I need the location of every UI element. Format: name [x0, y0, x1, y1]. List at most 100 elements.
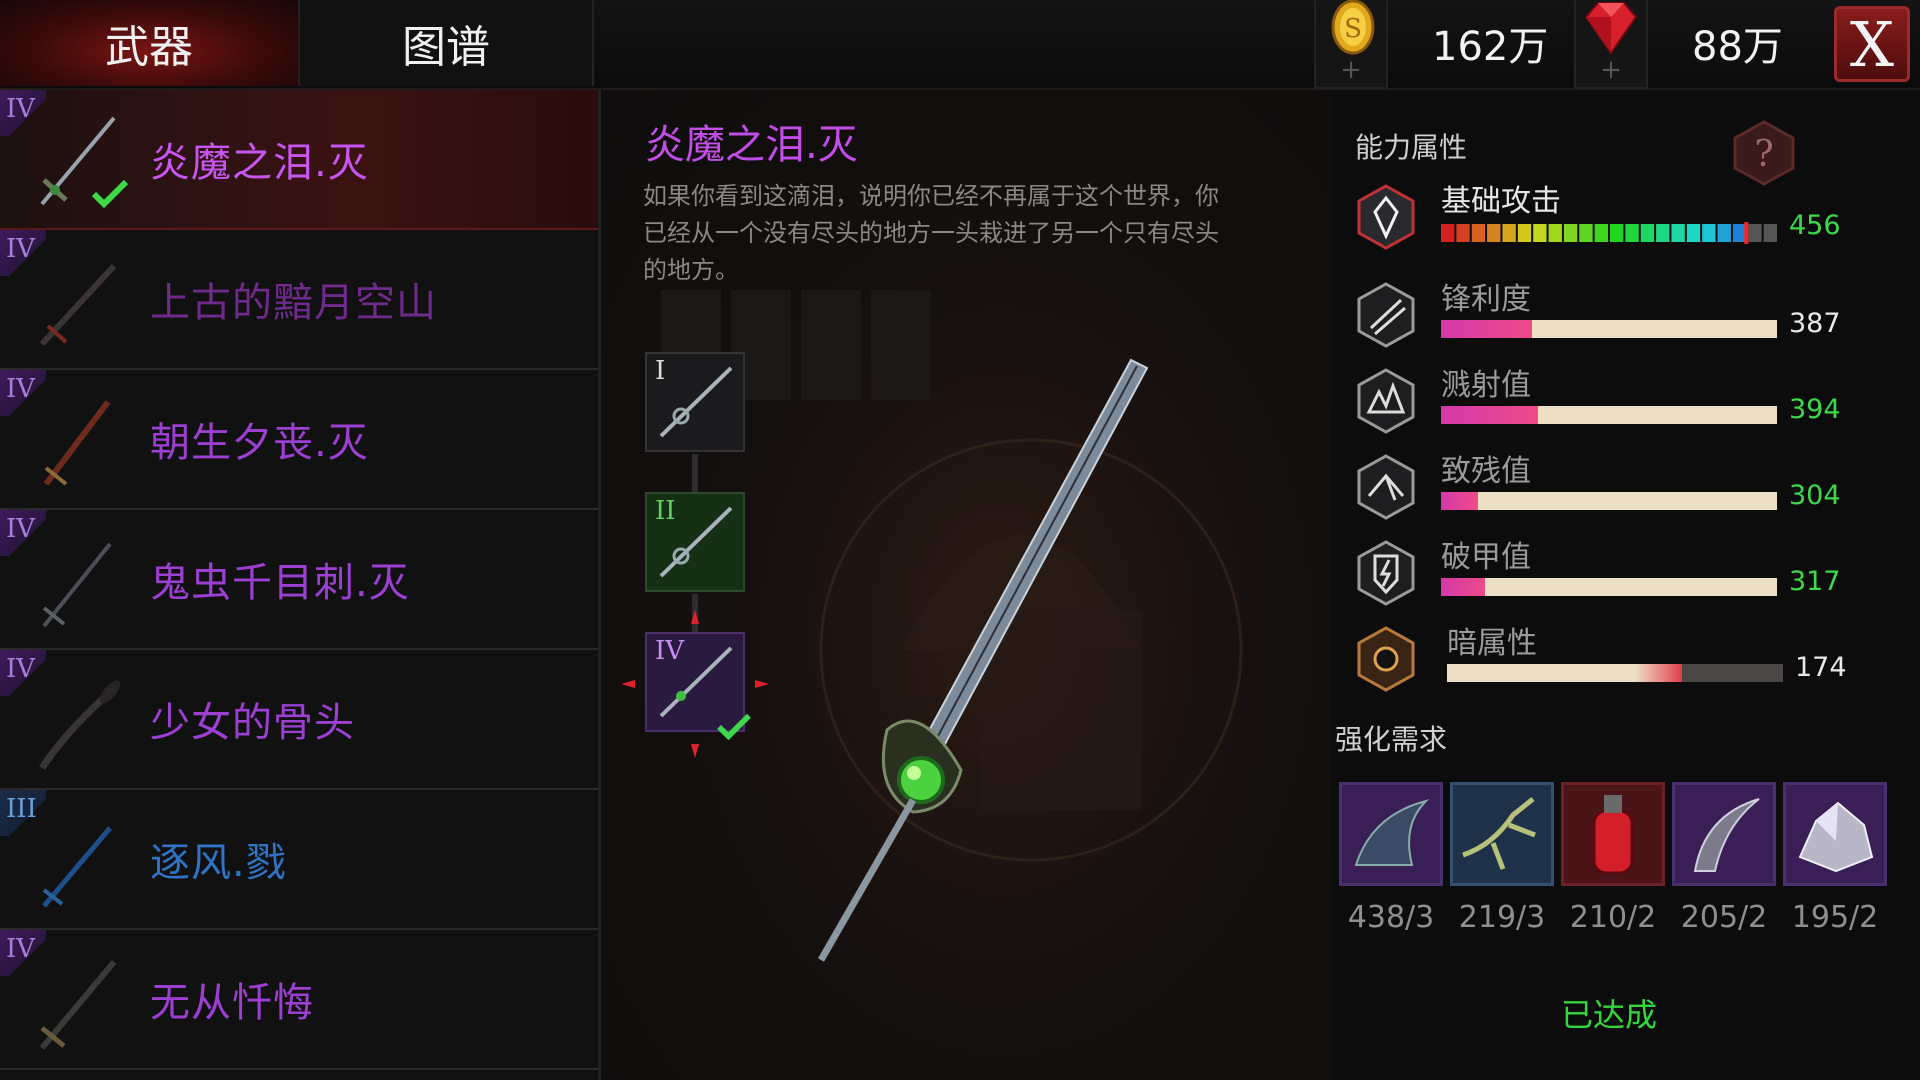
attack-bar-segment: [1594, 224, 1608, 242]
top-bar: 武器 图谱 S + 162万 + 88万 X: [0, 0, 1920, 90]
weapon-item[interactable]: III 逐风.戮: [0, 790, 598, 930]
attack-bar-segment: [1533, 224, 1547, 242]
stat-label: 致残值: [1441, 454, 1531, 489]
attack-bar-segment: [1656, 224, 1670, 242]
stat-label: 溅射值: [1441, 368, 1531, 403]
armor-break-icon: [1357, 540, 1415, 606]
stat-label: 破甲值: [1441, 540, 1531, 575]
attack-bar-segment: [1640, 224, 1655, 242]
weapon-name: 鬼虫千目刺.灭: [150, 560, 410, 606]
upgrade-requirements-title: 强化需求: [1335, 723, 1448, 756]
attack-bar-marker: [1744, 222, 1749, 244]
stat-bar: [1441, 320, 1777, 338]
weapon-name: 炎魔之泪.灭: [150, 140, 369, 186]
blood-vial-icon: [1592, 795, 1634, 875]
flame-blade-icon: [43, 400, 111, 486]
tab-weapons[interactable]: 武器: [0, 0, 300, 86]
attack-bar-segment: [1625, 224, 1639, 242]
bone-spear-icon: [39, 680, 121, 770]
attack-bar-segment: [1563, 224, 1578, 242]
material-count: 219/3: [1458, 900, 1546, 935]
weapon-item[interactable]: IV 鬼虫千目刺.灭: [0, 510, 598, 650]
material-slot[interactable]: [1783, 782, 1887, 886]
gem-amount: 88万: [1692, 24, 1783, 70]
scythe-blade-icon: [1693, 798, 1760, 872]
slot-tier-label: I: [655, 356, 666, 386]
stat-bar-fill: [1441, 578, 1485, 596]
attack-bar-segment: [1686, 224, 1701, 242]
weapon-item[interactable]: IV 少女的骨头: [0, 650, 598, 790]
weapon-preview-icon: [817, 358, 1149, 962]
add-gems-button[interactable]: +: [1574, 0, 1648, 89]
slot-connector: [692, 454, 698, 496]
requirement-status: 已达成: [1561, 996, 1658, 1034]
dark-element-icon: [1357, 626, 1415, 692]
stat-bar-fill: [1441, 320, 1532, 338]
stat-bar-fill: [1441, 406, 1539, 424]
weapon-item[interactable]: IV 上古的黯月空山: [0, 230, 598, 370]
tab-codex[interactable]: 图谱: [300, 0, 594, 86]
thin-rapier-icon: [42, 542, 112, 628]
stats-header: 能力属性: [1355, 131, 1468, 164]
stat-value: 394: [1789, 394, 1841, 425]
help-button[interactable]: ?: [1731, 120, 1797, 186]
attack-bar-segment: [1763, 224, 1777, 242]
upgrade-slot-2[interactable]: II: [645, 492, 745, 592]
stat-label: 基础攻击: [1441, 184, 1561, 219]
wind-blade-icon: [42, 826, 112, 908]
ruby-gem-icon: [1584, 2, 1638, 55]
dark-blade-icon: [39, 263, 117, 347]
attack-bar-segment: [1517, 224, 1532, 242]
weapon-title: 炎魔之泪.灭: [645, 122, 858, 168]
stat-bar: [1447, 664, 1783, 682]
crystal-ore-icon: [1798, 801, 1874, 873]
stat-value: 304: [1789, 480, 1841, 511]
stat-bar: [1441, 406, 1777, 424]
equipped-check-icon: [717, 713, 751, 740]
weapon-item[interactable]: IV 朝生夕丧.灭: [0, 370, 598, 510]
material-slot[interactable]: [1672, 782, 1776, 886]
close-button[interactable]: X: [1834, 6, 1910, 82]
weapon-item-selected[interactable]: IV 炎魔之泪.灭: [0, 90, 598, 230]
gold-amount: 162万: [1432, 24, 1549, 70]
attack-bar-segment: [1471, 224, 1486, 242]
upgrade-slot-1[interactable]: I: [645, 352, 745, 452]
stat-bar: [1441, 492, 1777, 510]
sharpness-icon: [1357, 282, 1415, 348]
slot-tier-label: II: [655, 496, 676, 526]
weapon-item[interactable]: IV 无从忏悔: [0, 930, 598, 1070]
stat-value: 387: [1789, 308, 1841, 339]
stat-bar-fill: [1447, 664, 1683, 682]
weapon-name: 无从忏悔: [150, 980, 314, 1026]
weapon-detail-panel: 炎魔之泪.灭 如果你看到这滴泪，说明你已经不再属于这个世界，你已经从一个没有尽头…: [601, 90, 1331, 1080]
attack-bar-segment: [1717, 224, 1731, 242]
weapon-list: IV 炎魔之泪.灭 IV 上古的黯月空山 IV 朝生夕丧.灭 IV 鬼虫千目刺.…: [0, 90, 601, 1080]
material-slot[interactable]: [1339, 782, 1443, 886]
gold-coin-icon: S: [1331, 0, 1375, 55]
material-slot[interactable]: [1450, 782, 1554, 886]
gem-currency: + 88万: [1574, 0, 1783, 89]
attack-bar-segment: [1441, 224, 1455, 242]
attack-bar-segment: [1487, 224, 1501, 242]
stat-value: 317: [1789, 566, 1841, 597]
equipped-check-icon: [91, 179, 129, 208]
attack-bar-segment: [1579, 224, 1593, 242]
stat-label: 暗属性: [1447, 626, 1537, 661]
attack-bar-segment: [1732, 224, 1747, 242]
sword-shield-icon: [1357, 184, 1415, 250]
material-count: 210/2: [1569, 900, 1657, 935]
attack-bar-segment: [1748, 224, 1762, 242]
svg-text:S: S: [1344, 14, 1362, 44]
attack-gradient-bar: [1441, 222, 1777, 244]
add-gold-button[interactable]: S +: [1314, 0, 1388, 89]
stat-dark-element: 暗属性 174: [1355, 620, 1915, 700]
material-count: 438/3: [1347, 900, 1435, 935]
stat-base-attack: 基础攻击 456: [1355, 178, 1915, 258]
stat-bar: [1441, 578, 1777, 596]
stat-splash: 溅射值 394: [1355, 362, 1915, 442]
stat-armor-break: 破甲值 317: [1355, 534, 1915, 614]
attack-bar-segment: [1548, 224, 1562, 242]
material-slot[interactable]: [1561, 782, 1665, 886]
stat-sharpness: 锋利度 387: [1355, 276, 1915, 356]
weapon-name: 逐风.戮: [150, 840, 287, 886]
